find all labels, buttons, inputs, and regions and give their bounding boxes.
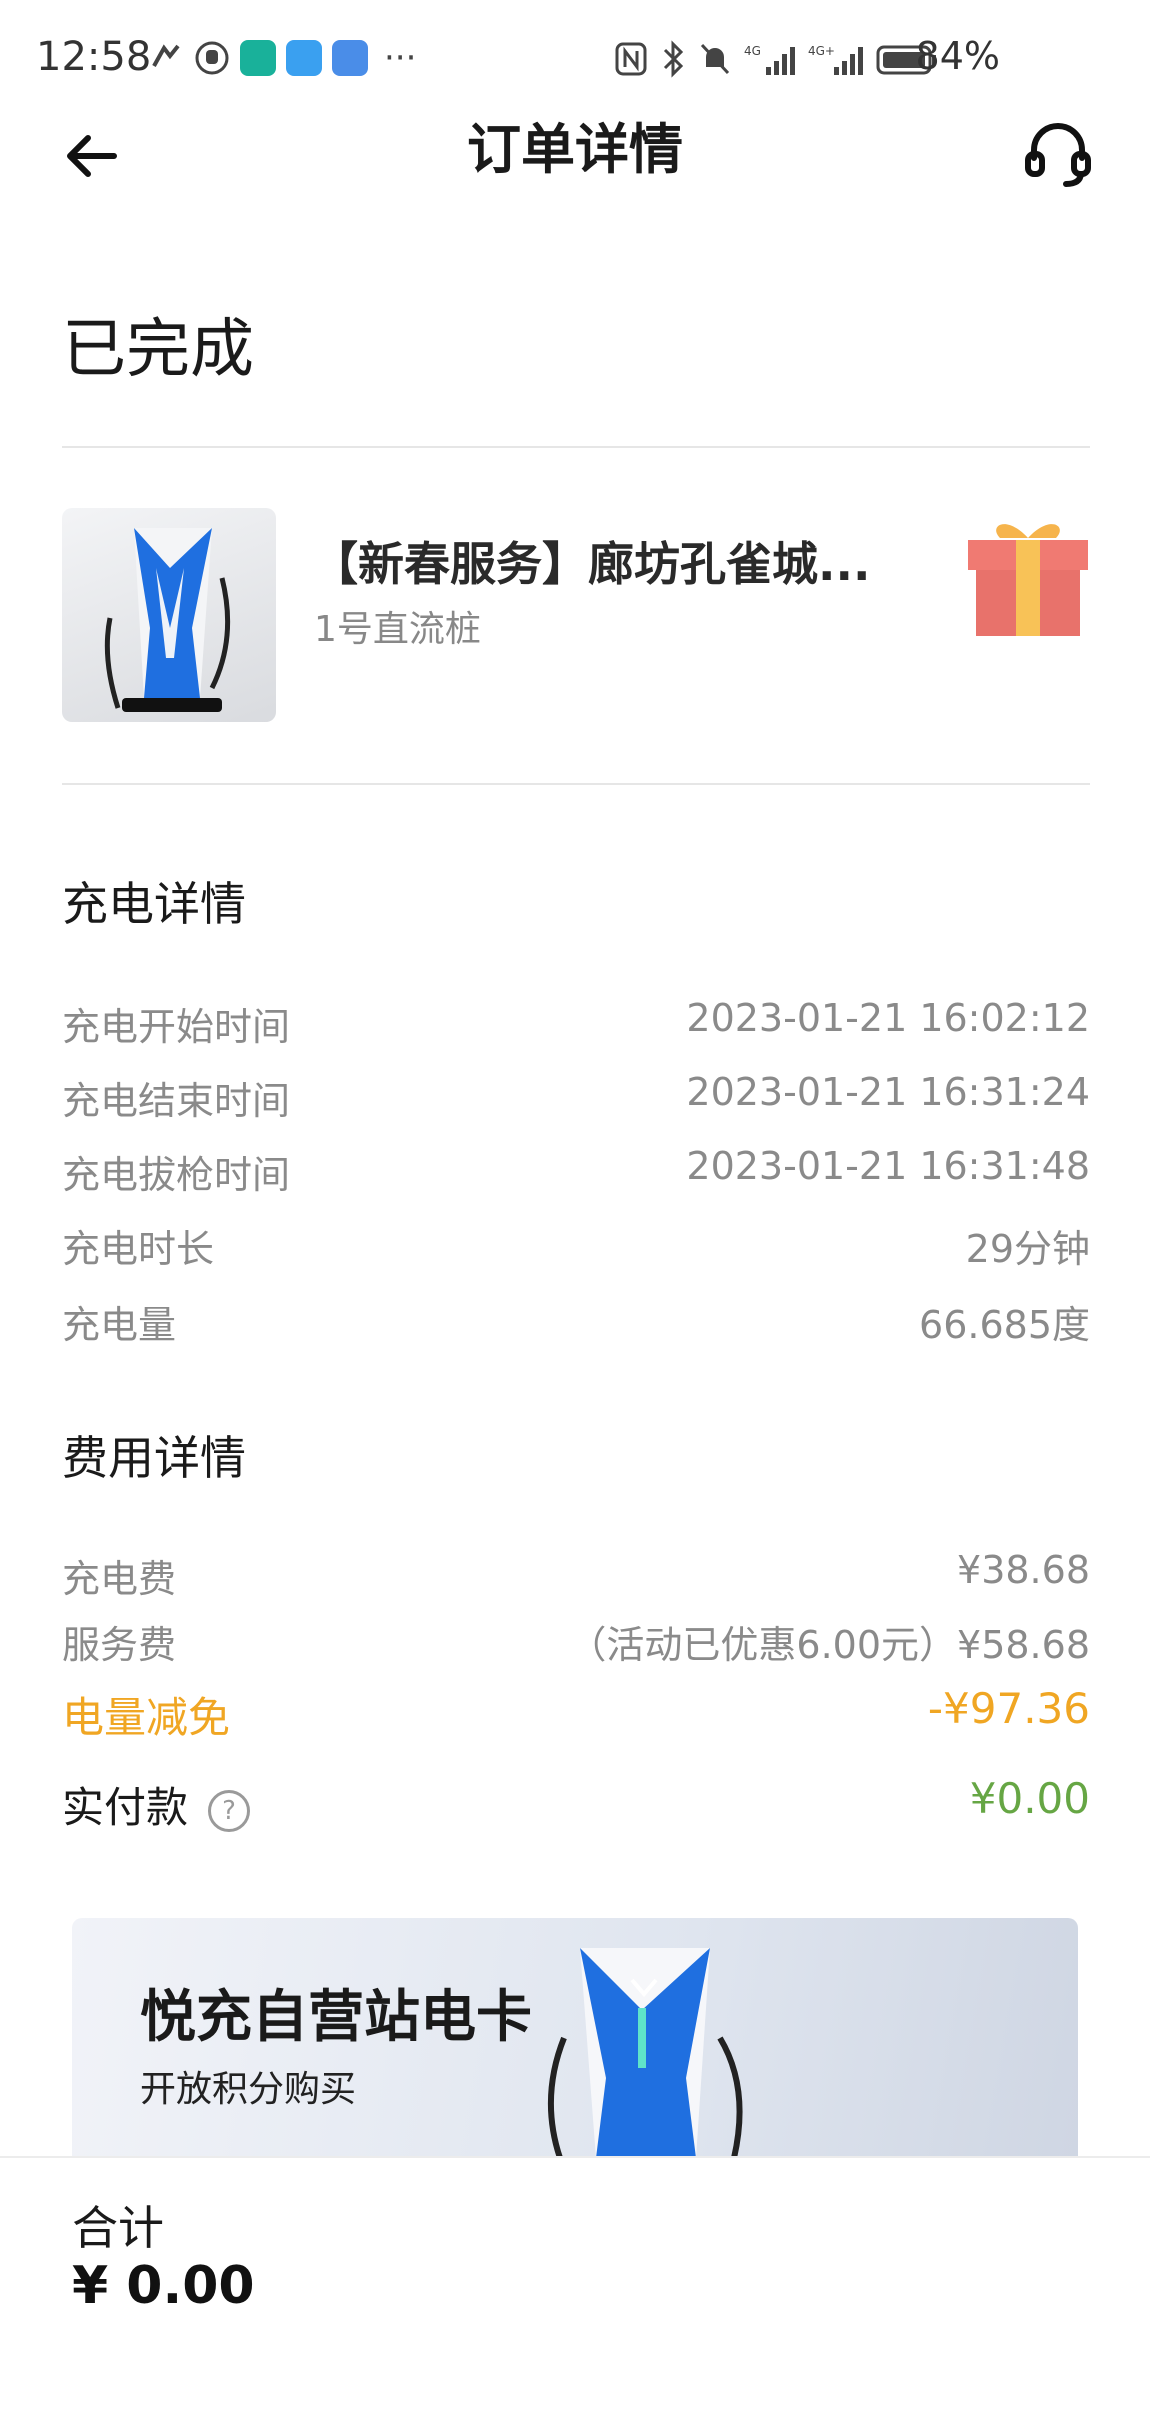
charging-details-title: 充电详情	[62, 877, 246, 931]
detail-value: 29分钟	[965, 1227, 1090, 1271]
detail-value: 2023-01-21 16:31:24	[686, 1070, 1090, 1114]
signal-2-icon: 4G+	[808, 44, 863, 75]
paid-value: ¥0.00	[969, 1774, 1090, 1823]
gift-icon[interactable]	[966, 512, 1090, 638]
question-icon[interactable]: ?	[208, 1789, 251, 1832]
detail-row: 充电结束时间 2023-01-21 16:31:24	[62, 1070, 1090, 1130]
total-value: ¥ 0.00	[72, 2256, 255, 2316]
paw-icon	[152, 44, 180, 67]
paid-label-wrap: 实付款?	[62, 1774, 251, 1835]
detail-label: 充电结束时间	[62, 1079, 291, 1123]
total-label: 合计	[72, 2201, 164, 2255]
station-name[interactable]: 【新春服务】廊坊孔雀城...	[312, 528, 870, 594]
paid-label: 实付款	[62, 1783, 189, 1832]
detail-label: 充电时长	[62, 1227, 215, 1271]
service-fee-value: （活动已优惠6.00元）¥58.68	[568, 1623, 1090, 1667]
bluetooth-icon	[663, 40, 684, 78]
signal-1-icon: 4G	[744, 44, 795, 75]
order-status: 已完成	[62, 313, 254, 387]
svg-text:4G: 4G	[744, 44, 761, 58]
shield-app-icon	[240, 40, 276, 76]
hand-icon	[195, 41, 229, 75]
charger-image[interactable]	[62, 508, 276, 722]
car-app-icon	[332, 40, 368, 76]
status-right-icons: 4G 4G+	[614, 40, 938, 78]
service-fee-label: 服务费	[62, 1623, 177, 1667]
promo-banner[interactable]: 悦充自营站电卡 开放积分购买	[72, 1918, 1078, 2158]
page-title: 订单详情	[467, 118, 683, 181]
status-time: 12:58	[36, 34, 152, 80]
nfc-icon	[615, 42, 647, 76]
banner-subtitle: 开放积分购买	[140, 2069, 357, 2110]
more-notifications-icon: ···	[384, 38, 417, 78]
mute-bell-icon	[700, 43, 730, 75]
divider	[62, 446, 1090, 448]
detail-label: 充电量	[62, 1303, 177, 1347]
detail-row: 充电量 66.685度	[62, 1294, 1090, 1354]
detail-row: 充电开始时间 2023-01-21 16:02:12	[62, 996, 1090, 1056]
discount-row: 电量减免 -¥97.36	[62, 1684, 1090, 1744]
charge-fee-label: 充电费	[62, 1557, 177, 1601]
detail-row: 充电拔枪时间 2023-01-21 16:31:48	[62, 1144, 1090, 1204]
divider	[62, 783, 1090, 785]
weather-app-icon	[286, 40, 322, 76]
discount-label: 电量减免	[62, 1693, 231, 1742]
detail-value: 2023-01-21 16:31:48	[686, 1144, 1090, 1188]
detail-label: 充电开始时间	[62, 1005, 291, 1049]
banner-title: 悦充自营站电卡	[140, 1985, 532, 2050]
detail-row: 充电时长 29分钟	[62, 1218, 1090, 1278]
nav-bar: 订单详情	[0, 118, 1150, 238]
fee-details-title: 费用详情	[62, 1431, 246, 1485]
paid-row: 实付款? ¥0.00	[62, 1774, 1090, 1834]
charger-pile-illustration	[547, 1948, 743, 2158]
detail-value: 66.685度	[919, 1303, 1090, 1347]
bottom-bar: 合计 ¥ 0.00	[0, 2156, 1150, 2427]
charge-fee-value: ¥38.68	[957, 1548, 1090, 1592]
charger-pile-icon	[104, 528, 231, 712]
status-bar: 12:58 ··· 4G 4G+ 84%	[0, 0, 1150, 118]
detail-label: 充电拔枪时间	[62, 1153, 291, 1197]
charge-fee-row: 充电费 ¥38.68	[62, 1548, 1090, 1608]
svg-text:4G+: 4G+	[808, 44, 835, 58]
status-left-icons: ···	[148, 40, 416, 76]
battery-percent: 84%	[915, 34, 1000, 78]
detail-value: 2023-01-21 16:02:12	[686, 996, 1090, 1040]
discount-value: -¥97.36	[927, 1684, 1090, 1733]
headset-icon[interactable]	[1022, 118, 1094, 190]
service-fee-row: 服务费 （活动已优惠6.00元）¥58.68	[62, 1614, 1090, 1674]
charger-number: 1号直流桩	[314, 609, 481, 650]
